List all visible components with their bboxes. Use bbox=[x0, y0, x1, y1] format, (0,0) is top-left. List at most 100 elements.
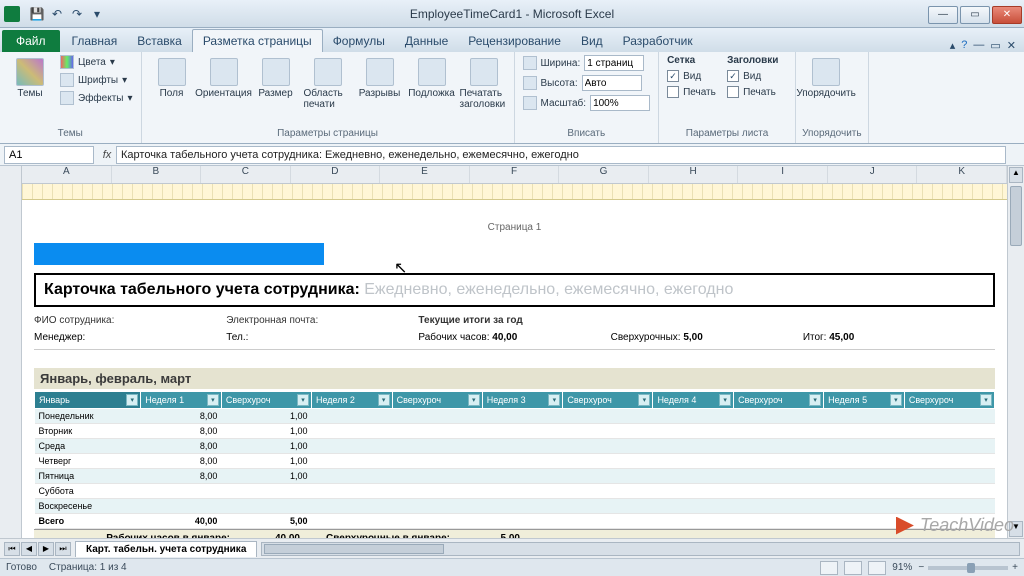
tab-formulas[interactable]: Формулы bbox=[323, 30, 395, 52]
minimize-button[interactable]: — bbox=[928, 6, 958, 24]
manager-label: Менеджер: bbox=[34, 332, 226, 343]
fx-icon[interactable]: fx bbox=[98, 149, 116, 161]
view-pagebreak-icon[interactable] bbox=[868, 561, 886, 575]
width-spin[interactable]: Ширина: bbox=[521, 54, 653, 72]
table-row: Всего40,005,00 bbox=[35, 514, 995, 529]
help-icon[interactable]: ? bbox=[961, 39, 967, 52]
table-row: Четверг8,001,00 bbox=[35, 454, 995, 469]
fonts-button[interactable]: Шрифты ▾ bbox=[58, 72, 135, 88]
vertical-scrollbar[interactable]: ▲ ▼ bbox=[1007, 166, 1024, 538]
status-page: Страница: 1 из 4 bbox=[49, 562, 127, 573]
filter-icon[interactable]: ▾ bbox=[638, 394, 650, 406]
grid[interactable]: ABCDEFGHIJK Страница 1 ↖ Карточка табель… bbox=[22, 166, 1007, 538]
timecard-table[interactable]: Январь▾ Неделя 1▾ Сверхуроч▾ Неделя 2▾ С… bbox=[34, 391, 995, 529]
title-cell[interactable]: Карточка табельного учета сотрудника: Еж… bbox=[34, 273, 995, 307]
tab-nav-next-icon[interactable]: ▶ bbox=[38, 542, 54, 556]
name-box[interactable]: A1 bbox=[4, 146, 94, 164]
size-button[interactable]: Размер bbox=[252, 54, 300, 99]
height-spin[interactable]: Высота: bbox=[521, 74, 653, 92]
filter-icon[interactable]: ▾ bbox=[890, 394, 902, 406]
tab-page-layout[interactable]: Разметка страницы bbox=[192, 29, 323, 52]
scroll-up-icon[interactable]: ▲ bbox=[1009, 167, 1023, 183]
filter-icon[interactable]: ▾ bbox=[980, 394, 992, 406]
sheet-tab[interactable]: Карт. табельн. учета сотрудника bbox=[75, 541, 257, 557]
colors-button[interactable]: Цвета ▾ bbox=[58, 54, 135, 70]
undo-icon[interactable]: ↶ bbox=[48, 5, 66, 23]
doc-restore-icon[interactable]: ▭ bbox=[990, 39, 1000, 52]
save-icon[interactable]: 💾 bbox=[28, 5, 46, 23]
scroll-thumb[interactable] bbox=[1010, 186, 1022, 246]
view-pagelayout-icon[interactable] bbox=[844, 561, 862, 575]
zoom-value: 91% bbox=[892, 562, 912, 573]
filter-icon[interactable]: ▾ bbox=[297, 394, 309, 406]
zoom-slider[interactable]: − + bbox=[918, 562, 1018, 573]
gridlines-label: Сетка bbox=[665, 54, 721, 67]
zoom-in-icon[interactable]: + bbox=[1012, 562, 1018, 573]
tab-home[interactable]: Главная bbox=[62, 30, 128, 52]
group-scale-to-fit: Ширина: Высота: Масштаб: Вписать bbox=[515, 52, 660, 143]
doc-minimize-icon[interactable]: — bbox=[973, 39, 984, 52]
quick-access-toolbar: 💾 ↶ ↷ ▾ bbox=[28, 5, 106, 23]
tab-data[interactable]: Данные bbox=[395, 30, 458, 52]
filter-icon[interactable]: ▾ bbox=[719, 394, 731, 406]
row-headers[interactable] bbox=[0, 166, 22, 538]
file-tab[interactable]: Файл bbox=[2, 30, 60, 52]
filter-icon[interactable]: ▾ bbox=[468, 394, 480, 406]
background-button[interactable]: Подложка bbox=[408, 54, 456, 99]
print-titles-button[interactable]: Печатать заголовки bbox=[460, 54, 508, 110]
view-normal-icon[interactable] bbox=[820, 561, 838, 575]
tab-developer[interactable]: Разработчик bbox=[613, 30, 703, 52]
horizontal-scrollbar[interactable] bbox=[261, 542, 1020, 556]
doc-close-icon[interactable]: ✕ bbox=[1007, 39, 1016, 52]
tab-nav-first-icon[interactable]: ⏮ bbox=[4, 542, 20, 556]
orientation-button[interactable]: Ориентация bbox=[200, 54, 248, 99]
redo-icon[interactable]: ↷ bbox=[68, 5, 86, 23]
gridlines-view-check[interactable]: ✓Вид bbox=[665, 69, 721, 83]
height-input[interactable] bbox=[582, 75, 642, 91]
group-themes: Темы Цвета ▾ Шрифты ▾ Эффекты ▾ Темы bbox=[0, 52, 142, 143]
fio-label: ФИО сотрудника: bbox=[34, 315, 226, 326]
size-icon bbox=[262, 58, 290, 86]
themes-button[interactable]: Темы bbox=[6, 54, 54, 99]
margins-button[interactable]: Поля bbox=[148, 54, 196, 99]
tel-label: Тел.: bbox=[226, 332, 418, 343]
tab-view[interactable]: Вид bbox=[571, 30, 613, 52]
headings-view-check[interactable]: ✓Вид bbox=[725, 69, 789, 83]
maximize-button[interactable]: ▭ bbox=[960, 6, 990, 24]
table-row: Среда8,001,00 bbox=[35, 439, 995, 454]
width-input[interactable] bbox=[584, 55, 644, 71]
scale-input[interactable] bbox=[590, 95, 650, 111]
filter-icon[interactable]: ▾ bbox=[126, 394, 138, 406]
tab-review[interactable]: Рецензирование bbox=[458, 30, 571, 52]
breaks-button[interactable]: Разрывы bbox=[356, 54, 404, 99]
filter-icon[interactable]: ▾ bbox=[378, 394, 390, 406]
headings-print-check[interactable]: Печать bbox=[725, 85, 789, 99]
margins-icon bbox=[158, 58, 186, 86]
hscroll-thumb[interactable] bbox=[264, 544, 444, 554]
arrange-button[interactable]: Упорядочить bbox=[802, 54, 850, 99]
formula-input[interactable]: Карточка табельного учета сотрудника: Еж… bbox=[116, 146, 1006, 164]
minimize-ribbon-icon[interactable]: ▴ bbox=[950, 39, 956, 52]
filter-icon[interactable]: ▾ bbox=[207, 394, 219, 406]
qat-more-icon[interactable]: ▾ bbox=[88, 5, 106, 23]
zoom-out-icon[interactable]: − bbox=[918, 562, 924, 573]
tab-insert[interactable]: Вставка bbox=[127, 30, 192, 52]
title-bar: 💾 ↶ ↷ ▾ EmployeeTimeCard1 - Microsoft Ex… bbox=[0, 0, 1024, 28]
year-totals-label: Текущие итоги за год bbox=[418, 315, 610, 326]
status-bar: Готово Страница: 1 из 4 91% − + bbox=[0, 558, 1024, 576]
orientation-icon bbox=[210, 58, 238, 86]
filter-icon[interactable]: ▾ bbox=[809, 394, 821, 406]
scale-spin[interactable]: Масштаб: bbox=[521, 94, 653, 112]
tab-nav-last-icon[interactable]: ⏭ bbox=[55, 542, 71, 556]
close-button[interactable]: ✕ bbox=[992, 6, 1022, 24]
gridlines-print-check[interactable]: Печать bbox=[665, 85, 721, 99]
filter-icon[interactable]: ▾ bbox=[548, 394, 560, 406]
column-headers[interactable]: ABCDEFGHIJK bbox=[22, 166, 1007, 184]
page-content: Страница 1 ↖ Карточка табельного учета с… bbox=[22, 200, 1007, 538]
table-row: Вторник8,001,00 bbox=[35, 424, 995, 439]
fonts-icon bbox=[60, 73, 74, 87]
print-area-button[interactable]: Область печати bbox=[304, 54, 352, 110]
horizontal-ruler bbox=[22, 184, 1007, 200]
effects-button[interactable]: Эффекты ▾ bbox=[58, 90, 135, 106]
tab-nav-prev-icon[interactable]: ◀ bbox=[21, 542, 37, 556]
